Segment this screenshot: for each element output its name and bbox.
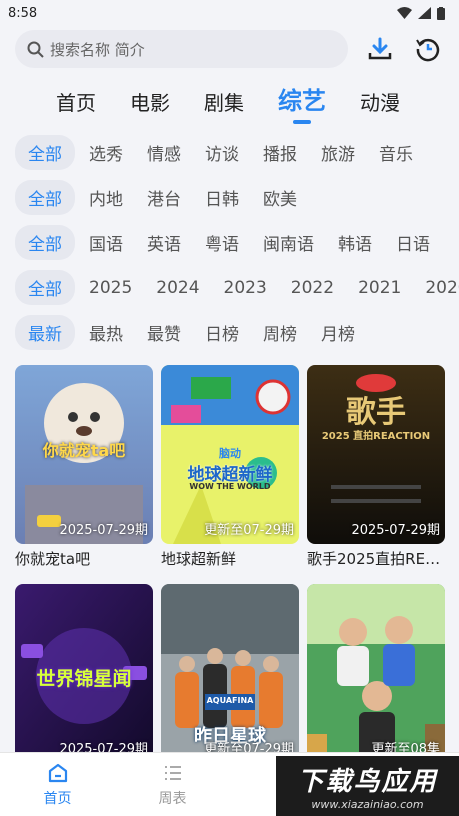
tab-anime[interactable]: 动漫 bbox=[360, 87, 400, 116]
filter-chip[interactable]: 全部 bbox=[15, 180, 75, 215]
history-icon bbox=[416, 38, 440, 62]
filter-panel: 全部 选秀 情感 访谈 播报 旅游 音乐 全部 内地 港台 日韩 欧美 全部 国… bbox=[0, 116, 459, 355]
filter-chip[interactable]: 2025 bbox=[89, 278, 132, 298]
filter-chip[interactable]: 旅游 bbox=[321, 140, 355, 165]
show-card[interactable]: 脑动 地球超新鲜 WOW THE WORLD 更新至07-29期 地球超新鲜 bbox=[161, 365, 299, 584]
bottom-nav-weekly-label: 周表 bbox=[158, 790, 187, 807]
episode-badge: 更新至07-29期 bbox=[204, 523, 294, 538]
filter-chip[interactable]: 欧美 bbox=[263, 185, 297, 210]
list-icon bbox=[164, 765, 181, 780]
search-box[interactable]: 搜索名称 简介 bbox=[15, 30, 348, 68]
top-row: 搜索名称 简介 bbox=[0, 26, 459, 68]
episode-badge: 2025-07-29期 bbox=[59, 523, 148, 538]
filter-chip[interactable]: 韩语 bbox=[338, 230, 372, 255]
filter-chip[interactable]: 音乐 bbox=[379, 140, 413, 165]
filter-chip[interactable]: 内地 bbox=[89, 185, 123, 210]
watermark-main-text: 下载鸟应用 bbox=[297, 767, 438, 797]
category-tabs: 首页 电影 剧集 综艺 动漫 bbox=[0, 68, 459, 116]
poster-title-art: 世界锦星闻 bbox=[36, 668, 132, 690]
poster-tag: 脑动 bbox=[219, 447, 241, 460]
filter-chip[interactable]: 2022 bbox=[291, 278, 334, 298]
bottom-nav-weekly[interactable]: 周表 bbox=[115, 753, 230, 816]
home-icon bbox=[48, 763, 67, 782]
filter-row-type: 全部 选秀 情感 访谈 播报 旅游 音乐 bbox=[0, 130, 459, 175]
filter-chip[interactable]: 闽南语 bbox=[263, 230, 314, 255]
poster-sponsor-art: AQUAFINA bbox=[206, 696, 254, 705]
status-bar: 8:58 bbox=[0, 0, 459, 26]
history-button[interactable] bbox=[412, 33, 444, 65]
poster-image[interactable]: AQUAFINA 昨日星球 更新至07-29期 bbox=[161, 584, 299, 763]
poster-title-art: 歌手 bbox=[346, 395, 406, 430]
filter-chip[interactable]: 2024 bbox=[156, 278, 199, 298]
filter-chip[interactable]: 全部 bbox=[15, 225, 75, 260]
poster-subtitle-art: 2025 直拍REACTION bbox=[321, 431, 431, 442]
show-card[interactable]: 你就宠ta吧 2025-07-29期 你就宠ta吧 bbox=[15, 365, 153, 584]
download-button[interactable] bbox=[364, 33, 396, 65]
poster-title-art: 你就宠ta吧 bbox=[42, 441, 126, 460]
content-grid: 你就宠ta吧 2025-07-29期 你就宠ta吧 脑动 地球超新鲜 WOW T… bbox=[0, 355, 459, 803]
filter-chip[interactable]: 港台 bbox=[147, 185, 181, 210]
tab-variety[interactable]: 综艺 bbox=[278, 81, 326, 116]
filter-row-sort: 最新 最热 最赞 日榜 周榜 月榜 bbox=[0, 310, 459, 355]
filter-chip[interactable]: 2023 bbox=[224, 278, 267, 298]
filter-chip[interactable]: 日榜 bbox=[205, 320, 239, 345]
tab-series[interactable]: 剧集 bbox=[204, 87, 244, 116]
filter-chip[interactable]: 英语 bbox=[147, 230, 181, 255]
filter-chip[interactable]: 日韩 bbox=[205, 185, 239, 210]
filter-chip[interactable]: 情感 bbox=[147, 140, 181, 165]
poster-image[interactable]: 脑动 地球超新鲜 WOW THE WORLD 更新至07-29期 bbox=[161, 365, 299, 544]
episode-badge: 2025-07-29期 bbox=[351, 523, 440, 538]
tab-home[interactable]: 首页 bbox=[56, 87, 96, 116]
filter-chip[interactable]: 选秀 bbox=[89, 140, 123, 165]
signal-icon bbox=[418, 7, 431, 19]
battery-icon bbox=[437, 6, 445, 20]
download-icon bbox=[368, 37, 392, 60]
filter-chip[interactable]: 2020 bbox=[425, 278, 459, 298]
poster-image[interactable]: 世界锦星闻 2025-07-29期 bbox=[15, 584, 153, 763]
status-time: 8:58 bbox=[8, 5, 38, 21]
poster-subtitle-art: WOW THE WORLD bbox=[189, 482, 271, 491]
filter-chip[interactable]: 全部 bbox=[15, 270, 75, 305]
show-card[interactable]: 歌手 2025 直拍REACTION 2025-07-29期 歌手2025直拍R… bbox=[307, 365, 445, 584]
bottom-nav-home-label: 首页 bbox=[43, 790, 72, 807]
filter-chip[interactable]: 最赞 bbox=[147, 320, 181, 345]
status-icons bbox=[397, 6, 445, 20]
filter-chip[interactable]: 全部 bbox=[15, 135, 75, 170]
poster-image[interactable]: 歌手 2025 直拍REACTION 2025-07-29期 bbox=[307, 365, 445, 544]
filter-chip[interactable]: 2021 bbox=[358, 278, 401, 298]
watermark-logo: 下载鸟应用 www.xiazainiao.com bbox=[276, 756, 459, 816]
filter-chip[interactable]: 访谈 bbox=[205, 140, 239, 165]
show-title: 歌手2025直拍REACTION bbox=[307, 550, 445, 568]
filter-chip[interactable]: 最新 bbox=[15, 315, 75, 350]
show-title: 地球超新鲜 bbox=[161, 550, 237, 568]
search-icon bbox=[27, 41, 44, 58]
tab-movie[interactable]: 电影 bbox=[130, 87, 170, 116]
show-title: 你就宠ta吧 bbox=[15, 550, 91, 568]
filter-row-language: 全部 国语 英语 粤语 闽南语 韩语 日语 bbox=[0, 220, 459, 265]
filter-row-region: 全部 内地 港台 日韩 欧美 bbox=[0, 175, 459, 220]
watermark-url-text: www.xiazainiao.com bbox=[311, 798, 424, 811]
filter-chip[interactable]: 周榜 bbox=[263, 320, 297, 345]
filter-chip[interactable]: 国语 bbox=[89, 230, 123, 255]
poster-image[interactable]: 你就宠ta吧 2025-07-29期 bbox=[15, 365, 153, 544]
filter-chip[interactable]: 粤语 bbox=[205, 230, 239, 255]
poster-image[interactable]: 更新至08集 bbox=[307, 584, 445, 763]
filter-row-year: 全部 2025 2024 2023 2022 2021 2020 bbox=[0, 265, 459, 310]
filter-chip[interactable]: 最热 bbox=[89, 320, 123, 345]
wifi-icon bbox=[397, 7, 412, 19]
filter-chip[interactable]: 月榜 bbox=[321, 320, 355, 345]
filter-chip[interactable]: 日语 bbox=[396, 230, 430, 255]
search-placeholder: 搜索名称 简介 bbox=[50, 40, 145, 59]
bottom-nav-home[interactable]: 首页 bbox=[0, 753, 115, 816]
filter-chip[interactable]: 播报 bbox=[263, 140, 297, 165]
